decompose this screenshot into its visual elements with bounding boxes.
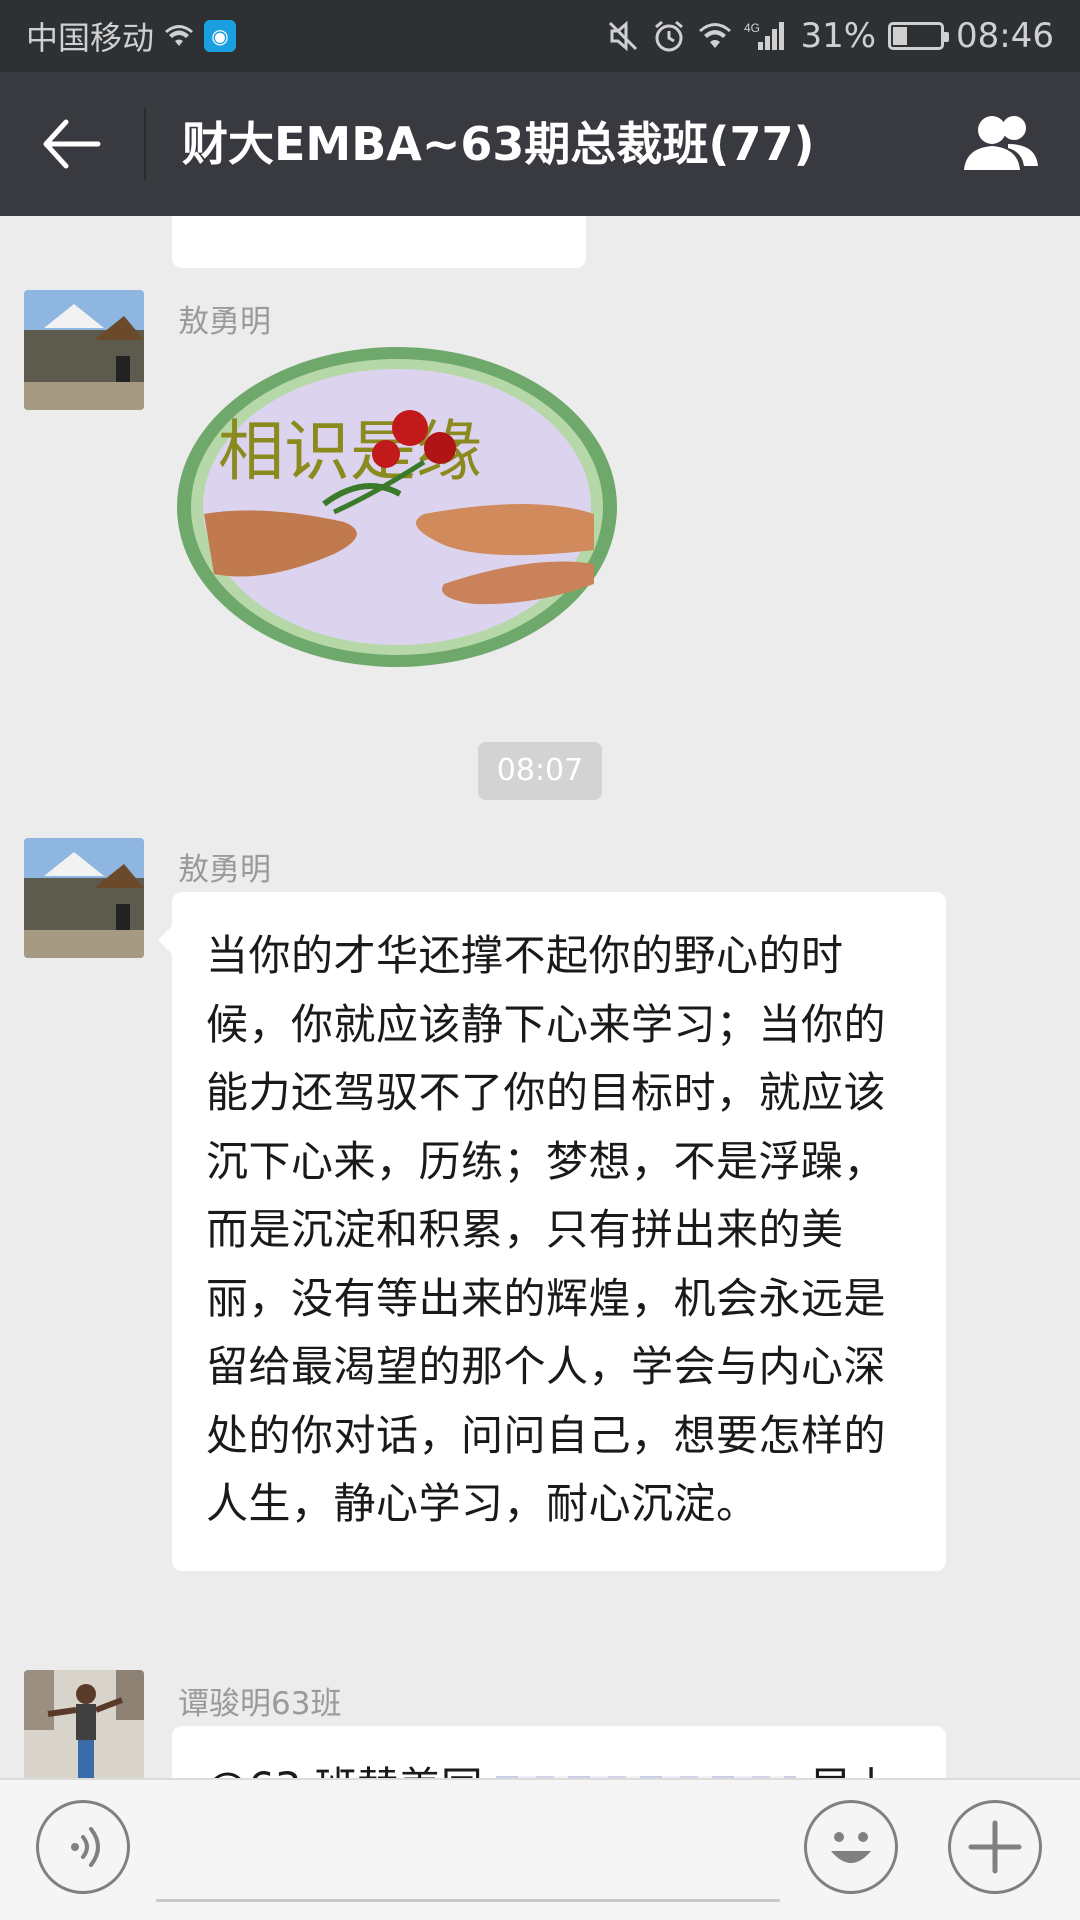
chat-title: 财大EMBA~63期总裁班(77)	[182, 117, 815, 171]
message-text-end: 早上	[810, 1763, 894, 1778]
back-arrow-icon	[43, 119, 101, 169]
chat-area[interactable]: 敖勇明 相识是缘 08:07 敖勇明 当你的才华还撑不起你的野心的时候，你就应该…	[0, 216, 1080, 1778]
carrier-label: 中国移动	[26, 19, 155, 57]
wifi-icon	[164, 24, 194, 48]
avatar[interactable]	[24, 290, 144, 410]
mute-icon	[606, 19, 640, 53]
title-bar: 财大EMBA~63期总裁班(77)	[0, 72, 1080, 216]
battery-icon	[888, 22, 950, 50]
status-bar-right: 4G 31% 08:46	[606, 0, 1054, 72]
group-members-button[interactable]	[958, 110, 1042, 178]
sender-name: 敖勇明	[178, 304, 271, 340]
wifi-signal-icon	[698, 22, 732, 50]
emoji-button[interactable]	[804, 1800, 898, 1894]
signal-icon: 4G	[744, 20, 788, 52]
sender-name: 敖勇明	[178, 852, 271, 888]
wechat-notification-icon: ◉	[204, 20, 237, 52]
title-divider	[144, 108, 146, 180]
message-bubble-partial[interactable]: @63 班替姜同 早上	[172, 1726, 946, 1778]
message-bubble[interactable]: 当你的才华还撑不起你的野心的时候，你就应该静下心来学习；当你的能力还驾驭不了你的…	[158, 892, 946, 1571]
message-text: 当你的才华还撑不起你的野心的时候，你就应该静下心来学习；当你的能力还驾驭不了你的…	[206, 931, 887, 1528]
avatar[interactable]	[24, 838, 144, 958]
network-type-label: 4G	[744, 21, 760, 35]
back-button[interactable]	[36, 112, 108, 176]
previous-message-bubble[interactable]	[172, 216, 586, 268]
emoji-icon	[831, 1832, 871, 1863]
battery-percent: 31%	[800, 16, 877, 56]
group-members-icon	[964, 116, 1038, 170]
timestamp-chip: 08:07	[478, 742, 602, 800]
status-bar: 中国移动 ◉ 4G 31% 08:46	[0, 0, 1080, 72]
message-text-partial: @63 班替姜同 早上	[206, 1754, 894, 1778]
plus-icon	[968, 1820, 1022, 1874]
message-text-start: @63 班替姜同	[206, 1763, 483, 1778]
clock: 08:46	[956, 16, 1054, 56]
sender-name: 谭骏明63班	[178, 1686, 342, 1722]
voice-icon	[71, 1827, 100, 1867]
voice-button[interactable]	[36, 1800, 130, 1894]
alarm-icon	[652, 19, 686, 53]
status-bar-left: 中国移动 ◉	[26, 0, 237, 72]
more-options-button[interactable]	[948, 1800, 1042, 1894]
sticker-image[interactable]: 相识是缘	[174, 344, 620, 670]
battery-fill	[893, 27, 908, 45]
input-bar	[0, 1778, 1080, 1920]
message-input[interactable]	[156, 1816, 780, 1902]
avatar[interactable]	[24, 1670, 144, 1778]
